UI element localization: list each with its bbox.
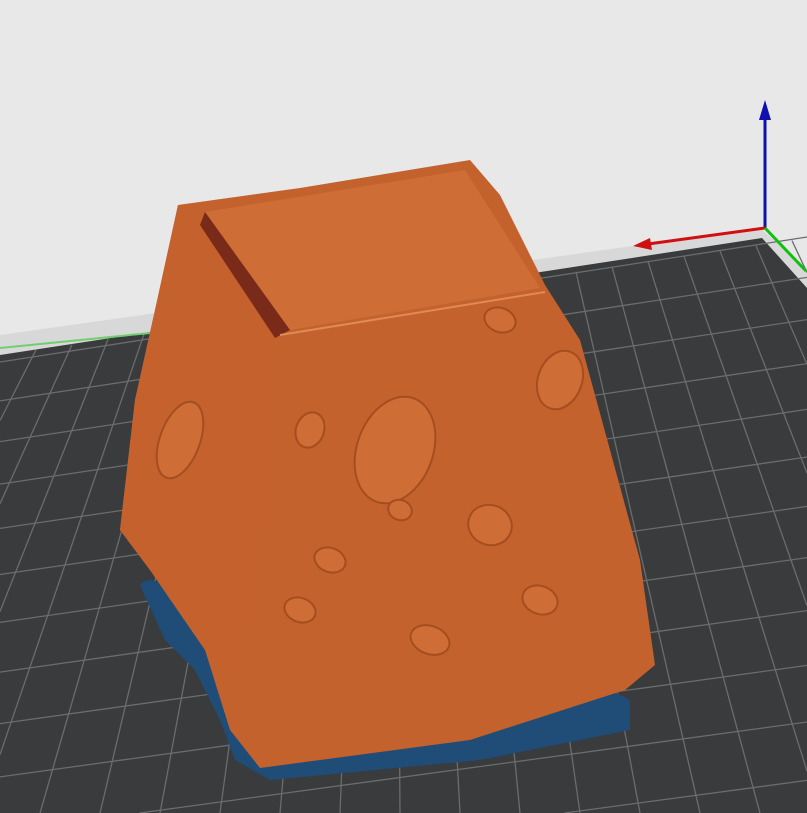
- scene[interactable]: [0, 0, 807, 813]
- 3d-viewport[interactable]: [0, 0, 807, 813]
- z-axis-arrow-icon: [759, 100, 771, 120]
